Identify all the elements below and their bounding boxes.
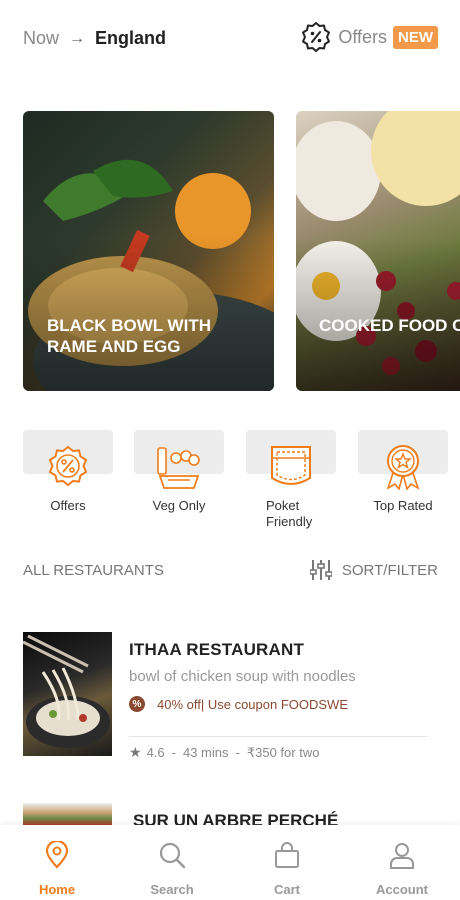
category-label: Top Rated [373,498,433,513]
category-top-rated[interactable]: Top Rated [358,430,448,514]
restaurant-card[interactable]: ITHAA RESTAURANT bowl of chicken soup wi… [23,632,433,762]
category-row: Offers Veg Only Poket Friendly Top Rated [23,430,448,530]
restaurant-name: ITHAA RESTAURANT [129,640,305,659]
discount-badge-icon [48,445,88,487]
offer-text: 40% off| Use coupon FOODSWE [157,696,348,712]
restaurant-meta: ★ 4.6 - 43 mins - ₹350 for two [129,744,319,761]
category-label: Offers [50,498,86,513]
banner-card[interactable]: COOKED FOOD C KAHLO [296,111,460,391]
restaurant-offer: % 40% off| Use coupon FOODSWE [129,696,348,712]
offers-label: Offers [338,26,387,47]
category-veg-only[interactable]: Veg Only [134,430,224,514]
location-selector[interactable]: Now → England [23,28,166,49]
banner-card[interactable]: BLACK BOWL WITH RAME AND EGG [23,111,274,391]
banner-title: BLACK BOWL WITH RAME AND EGG [47,316,211,356]
restaurant-image [23,803,112,825]
category-pocket-friendly[interactable]: Poket Friendly [246,430,336,530]
delivery-time: 43 mins [182,745,229,760]
rating-value: 4.6 [146,745,165,760]
restaurant-description: bowl of chicken soup with noodles [129,668,356,685]
nav-label: Cart [273,882,300,897]
restaurant-name: SUR UN ARBRE PERCHÉ [133,811,339,825]
location-city: England [95,28,167,48]
bottom-navigation: Home Search Cart Account [0,825,460,900]
price-for-two: ₹350 for two [246,744,320,760]
offers-link[interactable]: Offers NEW [300,21,438,53]
pocket-icon [271,446,311,485]
nav-home[interactable]: Home [12,839,102,897]
shopping-bag-icon [275,842,299,868]
sort-filter-label: SORT/FILTER [341,561,438,579]
nav-cart[interactable]: Cart [242,841,332,897]
location-pin-icon [45,839,69,869]
user-icon [390,843,414,869]
category-offers[interactable]: Offers [23,430,113,514]
restaurant-image [23,632,112,756]
vegetable-basket-icon [157,447,200,489]
banner-carousel[interactable]: BLACK BOWL WITH RAME AND EGG COOKED FOOD… [23,111,460,391]
sliders-icon [309,560,332,580]
search-icon [159,842,186,869]
header: Now → England Offers NEW [0,0,460,80]
banner-title: COOKED FOOD C KAHLO [319,316,460,335]
divider [129,736,427,737]
discount-badge-icon [302,22,331,52]
meta-separator: - [235,745,240,760]
nav-label: Search [150,882,194,897]
category-label: Poket Friendly [266,498,313,529]
section-title: ALL RESTAURANTS [23,562,164,579]
restaurants-section-header: ALL RESTAURANTS SORT/FILTER [23,558,438,582]
sort-filter-button[interactable]: SORT/FILTER [309,558,438,582]
banner-overlay [296,111,460,391]
nav-search[interactable]: Search [127,841,217,897]
nav-label: Account [376,882,428,897]
nav-account[interactable]: Account [357,841,447,897]
category-label: Veg Only [152,498,206,513]
arrow-right-icon: → [69,29,86,47]
restaurant-card[interactable]: SUR UN ARBRE PERCHÉ [23,803,433,825]
new-badge: NEW [393,25,438,49]
star-icon: ★ [129,744,142,760]
nav-label: Home [38,882,76,897]
location-prefix: Now [23,28,60,48]
award-star-icon [386,445,420,490]
discount-icon: % [129,696,145,712]
meta-separator: - [171,745,176,760]
